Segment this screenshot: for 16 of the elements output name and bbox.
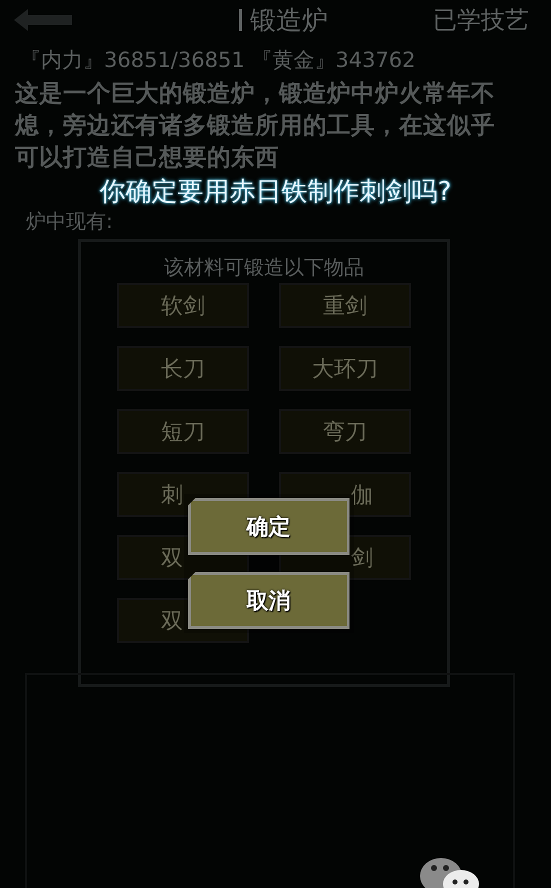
learned-skills-link[interactable]: 已学技艺 [433, 4, 529, 36]
confirm-question: 你确定要用赤日铁制作刺剑吗? [100, 176, 452, 209]
cancel-button[interactable]: 取消 [188, 572, 350, 629]
forge-item-button[interactable]: 短刀 [117, 409, 249, 454]
description-text: 这是一个巨大的锻造炉，锻造炉中炉火常年不熄，旁边还有诸多锻造所用的工具，在这似乎可以打造自己想要的东西 [14, 78, 496, 173]
forge-item-button[interactable]: 软剑 [117, 283, 249, 328]
forge-item-button[interactable]: 长刀 [117, 346, 249, 391]
confirm-button[interactable]: 确定 [188, 498, 350, 555]
forge-item-button[interactable]: 重剑 [279, 283, 411, 328]
forge-item-button[interactable]: 大环刀 [279, 346, 411, 391]
stats-text: 『内力』36851/36851 『黄金』343762 [19, 47, 417, 73]
furnace-label: 炉中现有: [26, 210, 114, 233]
page-title: 锻造炉 [250, 4, 328, 38]
chat-bubbles-icon[interactable] [419, 856, 481, 888]
panel-title: 该材料可锻造以下物品 [164, 254, 364, 281]
forge-item-button[interactable]: 弯刀 [279, 409, 411, 454]
